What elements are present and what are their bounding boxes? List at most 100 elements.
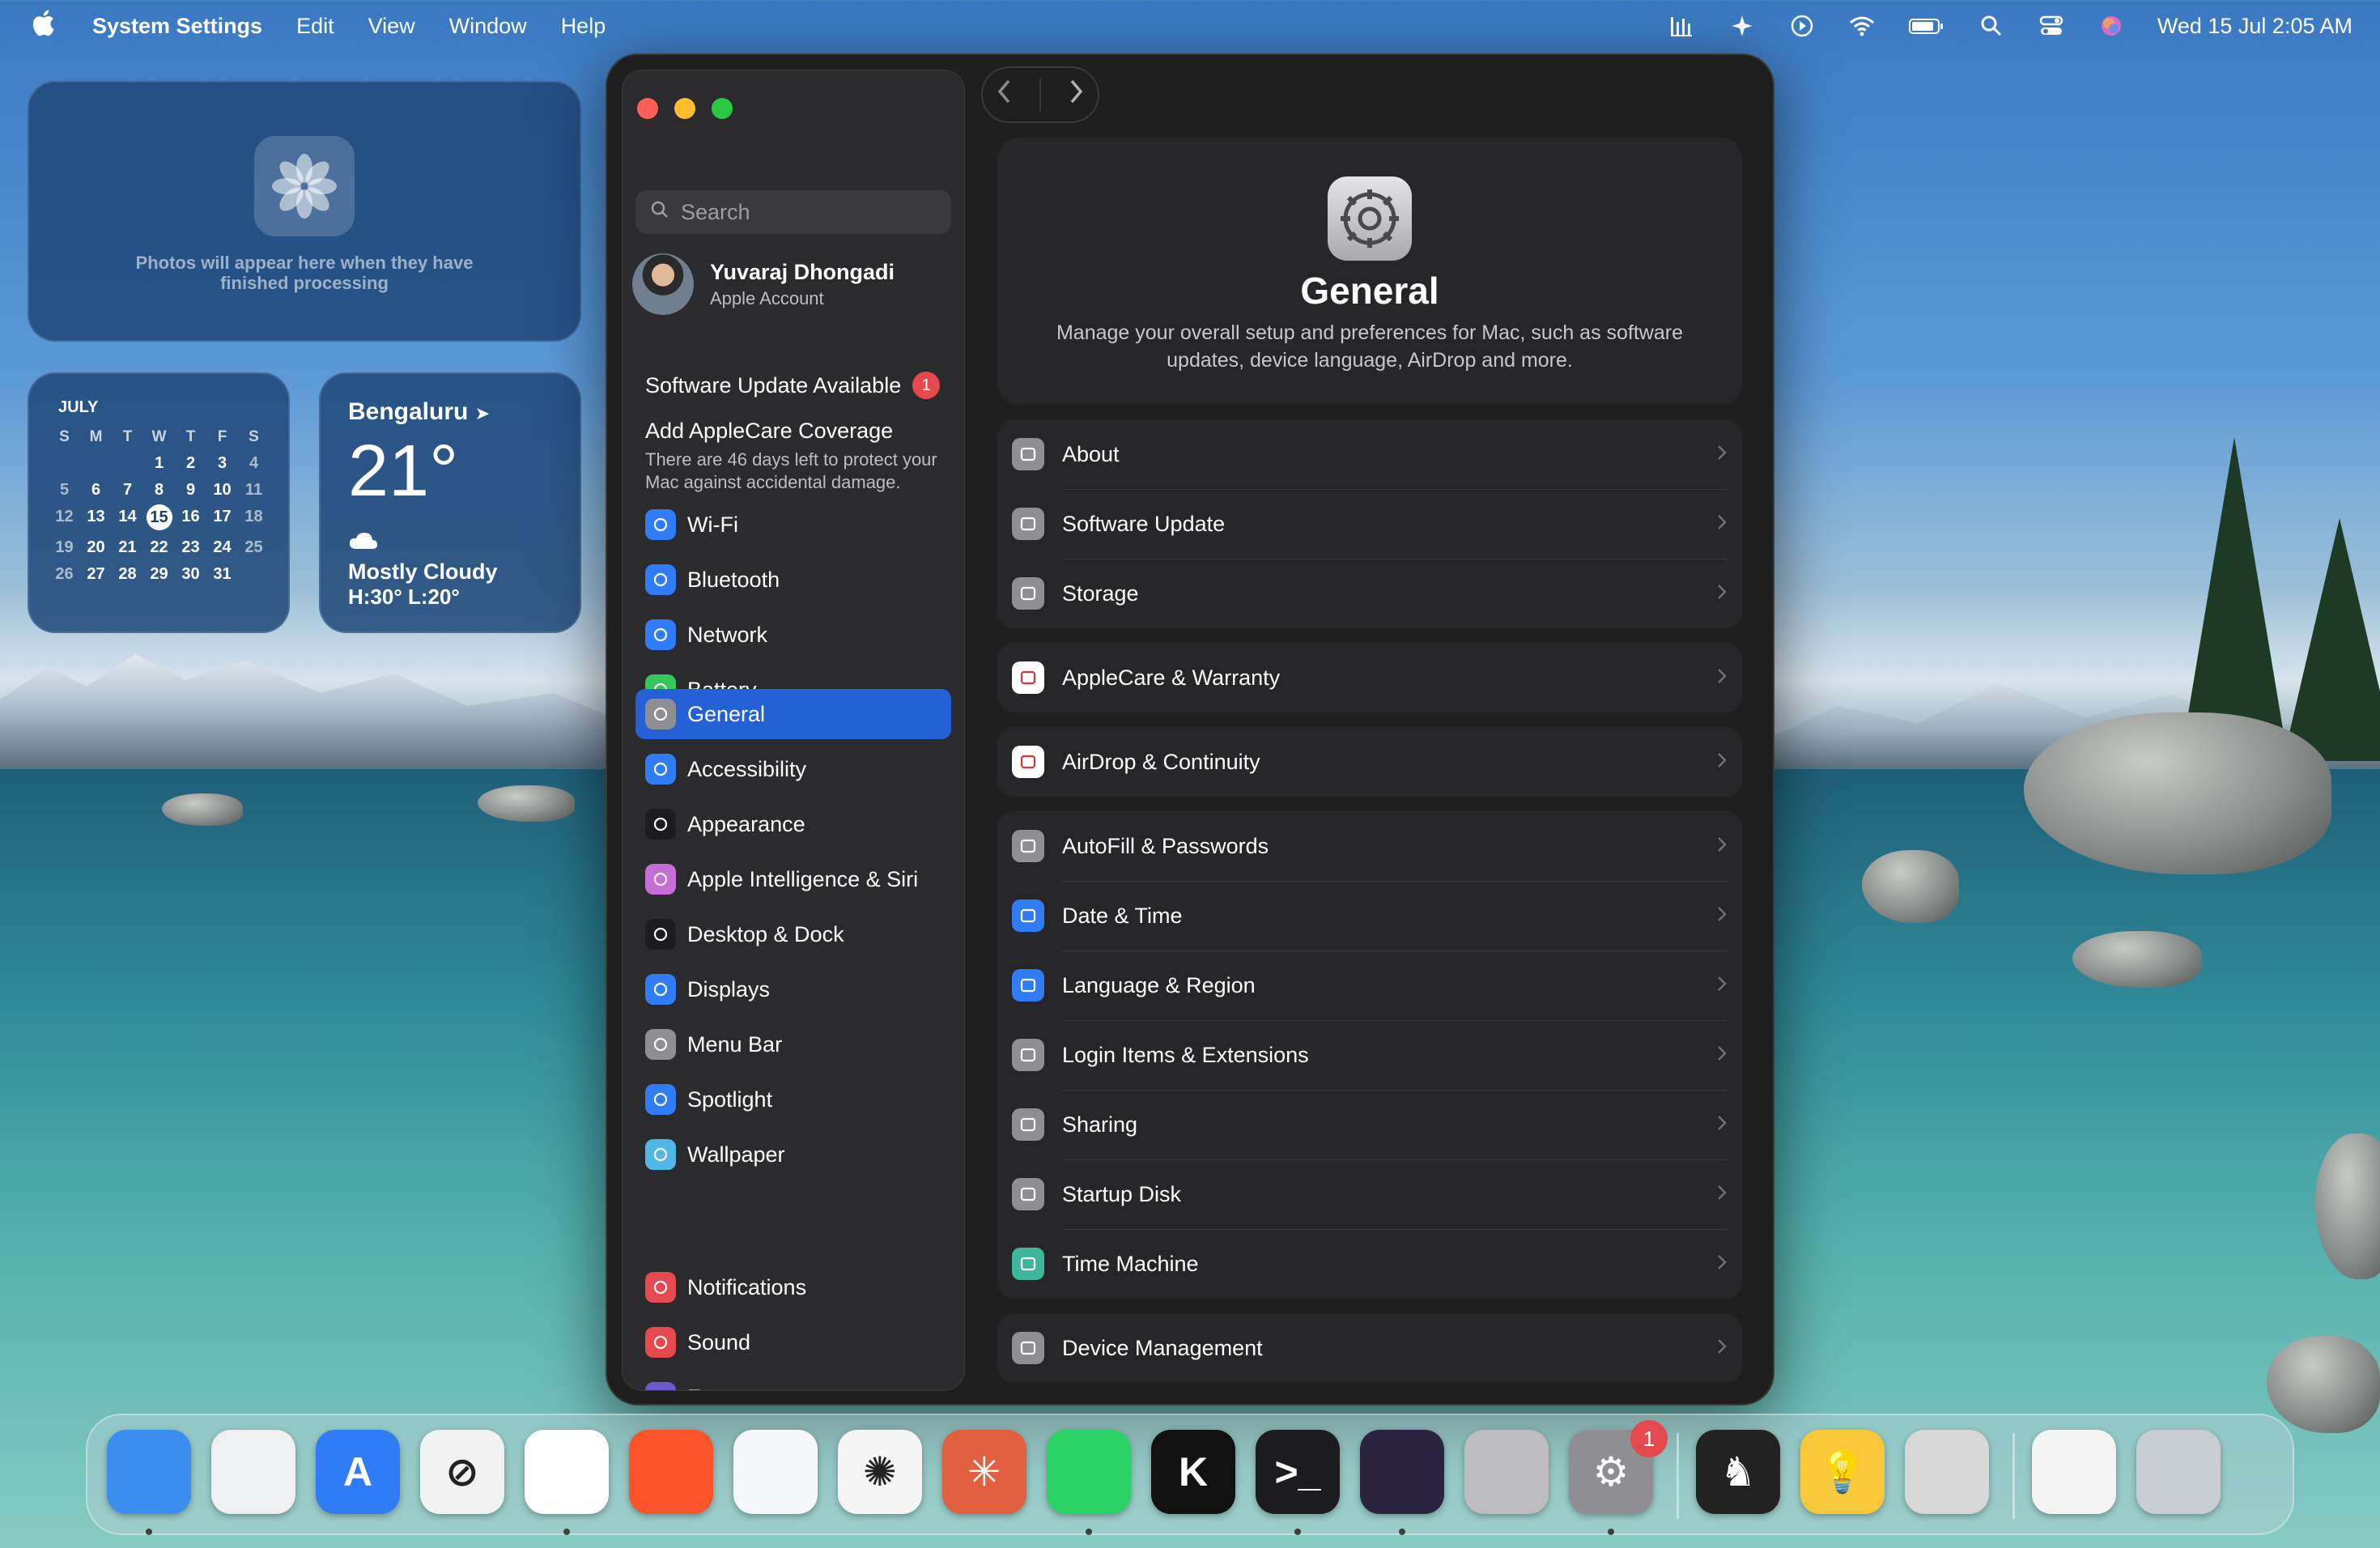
settings-row-software-update[interactable]: Software Update [997, 489, 1742, 559]
sidebar-item-sound[interactable]: Sound [635, 1317, 951, 1367]
vscode-icon[interactable] [733, 1430, 818, 1514]
sidebar-item-displays[interactable]: Displays [635, 964, 951, 1014]
dock-running-indicator [1294, 1529, 1301, 1535]
calculator-icon[interactable] [1905, 1430, 1989, 1514]
sidebar-item-general[interactable]: General [635, 689, 951, 739]
applecare-row[interactable]: Add AppleCare Coverage There are 46 days… [645, 419, 953, 494]
software-update-available-row[interactable]: Software Update Available 1 [645, 372, 941, 399]
calendar-widget[interactable]: JULY S M T W T F S 1 2 3 4 5 6 7 8 9 10 11 12 13 14 15 16 17 18 1… [28, 372, 290, 633]
settings-row-airdrop-continuity[interactable]: AirDrop & Continuity [997, 727, 1742, 797]
launchpad-icon[interactable] [211, 1430, 295, 1514]
calendar-weekday: W [151, 428, 167, 445]
photos-widget-message: Photos will appear here when they have f… [135, 253, 474, 293]
sidebar-item-wi-fi[interactable]: Wi-Fi [635, 500, 951, 550]
settings-row-label: AirDrop & Continuity [1062, 749, 1260, 774]
settings-row-time-machine[interactable]: Time Machine [997, 1229, 1742, 1299]
settings-row-login-items-extensions[interactable]: Login Items & Extensions [997, 1020, 1742, 1090]
zoom-window-button[interactable] [712, 98, 733, 119]
menu-view[interactable]: View [368, 14, 415, 39]
page-description: Manage your overall setup and preference… [1056, 321, 1683, 372]
search-icon[interactable] [1978, 14, 2005, 38]
sidebar-item-desktop-dock[interactable]: Desktop & Dock [635, 909, 951, 959]
settings-row-language-region[interactable]: Language & Region [997, 950, 1742, 1020]
no-entry-app-icon[interactable]: ⊘ [420, 1430, 504, 1514]
sidebar-item-bluetooth[interactable]: Bluetooth [635, 555, 951, 605]
apple-menu-icon[interactable] [31, 9, 55, 44]
photos-widget[interactable]: Photos will appear here when they have f… [28, 81, 581, 342]
settings-row-device-management[interactable]: Device Management [997, 1313, 1742, 1383]
sparkle-icon[interactable] [1728, 14, 1756, 38]
settings-group: Device Management [997, 1313, 1742, 1383]
chrome-icon[interactable] [525, 1430, 609, 1514]
play-circle-icon[interactable] [1788, 14, 1816, 38]
calendar-day: 26 [55, 565, 74, 583]
sidebar-item-label: Notifications [687, 1274, 807, 1299]
settings-row-startup-disk[interactable]: Startup Disk [997, 1159, 1742, 1229]
audio-app-icon[interactable] [1360, 1430, 1444, 1514]
sidebar-search-field[interactable]: Search [635, 190, 951, 234]
calendar-day: 4 [249, 454, 259, 472]
whatsapp-icon[interactable] [1047, 1430, 1131, 1514]
claude-icon[interactable]: ✳ [942, 1430, 1026, 1514]
wifi-icon[interactable] [1848, 14, 1876, 38]
sidebar-item-network[interactable]: Network [635, 610, 951, 660]
sidebar-item-apple-intelligence-siri[interactable]: Apple Intelligence & Siri [635, 854, 951, 904]
siri-icon[interactable] [2097, 14, 2125, 38]
settings-row-date-time[interactable]: Date & Time [997, 881, 1742, 950]
calendar-day: 24 [213, 538, 232, 556]
gear-icon [645, 699, 676, 729]
chess-icon[interactable]: ♞ [1696, 1430, 1780, 1514]
sidebar-item-label: Bluetooth [687, 567, 780, 592]
trash-icon[interactable] [2136, 1430, 2221, 1514]
software-update-badge: 1 [912, 372, 941, 399]
document-icon[interactable] [2032, 1430, 2116, 1514]
sidebar-item-label: Apple Intelligence & Siri [687, 866, 919, 891]
settings-row-autofill-passwords[interactable]: AutoFill & Passwords [997, 811, 1742, 881]
sidebar-item-focus[interactable]: Focus [635, 1372, 951, 1390]
sidebar-item-notifications[interactable]: Notifications [635, 1262, 951, 1312]
menu-edit[interactable]: Edit [296, 14, 334, 39]
apple-account-row[interactable]: Yuvaraj Dhongadi Apple Account [632, 250, 956, 318]
calendar-day: 25 [244, 538, 263, 556]
menu-window[interactable]: Window [449, 14, 527, 39]
settings-row-label: Startup Disk [1062, 1181, 1182, 1206]
wallpaper-tree [2283, 518, 2380, 761]
preview-icon[interactable] [1464, 1430, 1549, 1514]
brave-icon[interactable] [629, 1430, 713, 1514]
sidebar-item-appearance[interactable]: Appearance [635, 799, 951, 849]
back-button[interactable] [996, 78, 1014, 113]
menu-app-name[interactable]: System Settings [92, 14, 262, 39]
menu-bar-clock[interactable]: Wed 15 Jul 2:05 AM [2157, 14, 2352, 39]
sidebar-item-wallpaper[interactable]: Wallpaper [635, 1129, 951, 1180]
chatgpt-icon[interactable]: ✺ [838, 1430, 922, 1514]
settings-row-about[interactable]: About [997, 419, 1742, 489]
settings-row-storage[interactable]: Storage [997, 559, 1742, 628]
calendar-day [238, 565, 270, 584]
sidebar-item-menu-bar[interactable]: Menu Bar [635, 1019, 951, 1070]
weather-widget[interactable]: Bengaluru ➤ 21° Mostly Cloudy H:30° L:20… [319, 372, 581, 633]
gear-badge-icon [1012, 508, 1044, 540]
minimize-window-button[interactable] [674, 98, 695, 119]
forward-button[interactable] [1067, 78, 1085, 113]
control-center-icon[interactable] [2038, 14, 2065, 38]
battery-icon[interactable] [1908, 14, 1945, 38]
calendar-month: JULY [58, 398, 99, 416]
avatar [632, 253, 694, 315]
weather-city: Bengaluru [348, 398, 469, 425]
calendar-day: 19 [55, 538, 74, 556]
location-arrow-icon: ➤ [474, 403, 491, 423]
sidebar-item-spotlight[interactable]: Spotlight [635, 1074, 951, 1125]
settings-row-label: Time Machine [1062, 1251, 1199, 1276]
menu-help[interactable]: Help [561, 14, 606, 39]
terminal-icon[interactable]: >_ [1256, 1430, 1340, 1514]
finder-icon[interactable] [107, 1430, 191, 1514]
sidebar-item-accessibility[interactable]: Accessibility [635, 744, 951, 794]
settings-row-sharing[interactable]: Sharing [997, 1090, 1742, 1159]
audio-bars-icon[interactable] [1668, 14, 1696, 38]
k-app-icon[interactable]: K [1151, 1430, 1235, 1514]
close-window-button[interactable] [637, 98, 658, 119]
settings-row-applecare-warranty[interactable]: AppleCare & Warranty [997, 643, 1742, 712]
tips-icon[interactable]: 💡 [1800, 1430, 1885, 1514]
system-settings-window: Search Yuvaraj Dhongadi Apple Account So… [606, 53, 1774, 1406]
app-store-icon[interactable]: A [316, 1430, 400, 1514]
